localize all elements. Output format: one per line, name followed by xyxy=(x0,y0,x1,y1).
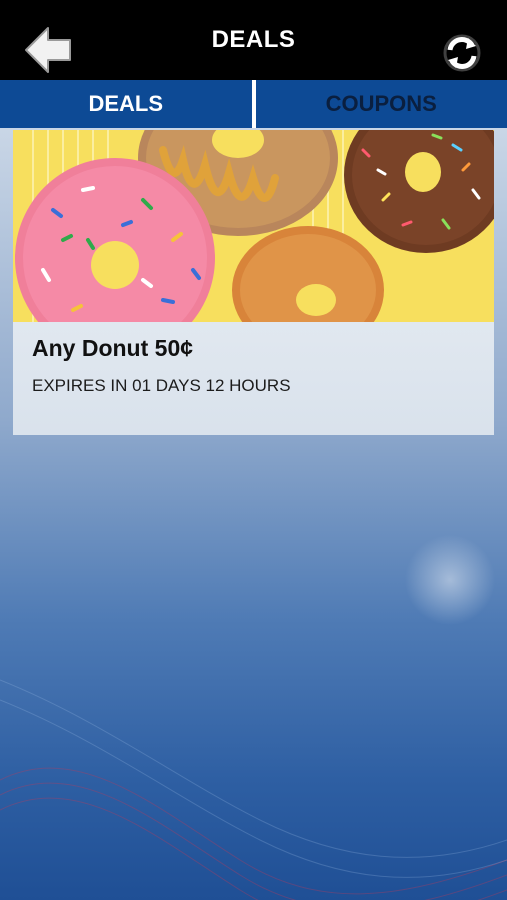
donut-promo-image xyxy=(13,130,494,322)
header-bar: DEALS xyxy=(0,0,507,80)
background-decoration xyxy=(0,535,507,900)
deal-expiry-text: EXPIRES IN 01 DAYS 12 HOURS xyxy=(32,376,291,395)
deal-card[interactable]: Any Donut 50¢ EXPIRES IN 01 DAYS 12 HOUR… xyxy=(13,130,494,435)
page-title: DEALS xyxy=(211,26,296,53)
tab-deals[interactable]: DEALS xyxy=(0,80,252,128)
refresh-icon xyxy=(443,34,481,72)
back-arrow-icon xyxy=(25,27,71,73)
refresh-button[interactable] xyxy=(443,34,481,72)
deal-title: Any Donut 50¢ xyxy=(32,335,194,361)
tab-bar: DEALS COUPONS xyxy=(0,80,507,128)
back-button[interactable] xyxy=(24,26,74,74)
tab-coupons[interactable]: COUPONS xyxy=(256,80,507,128)
